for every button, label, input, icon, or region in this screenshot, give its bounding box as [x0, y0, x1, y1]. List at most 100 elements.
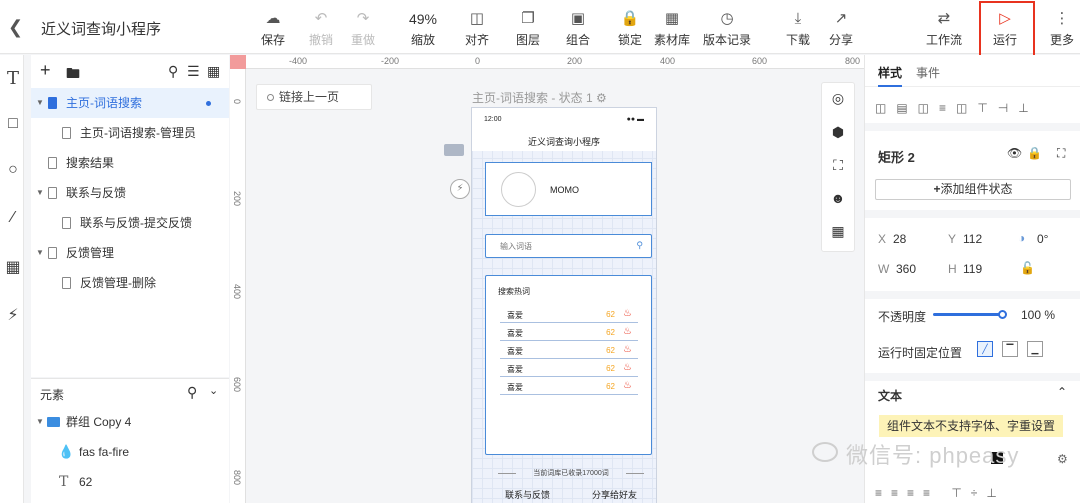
fixed-bottom-button[interactable]: ▁ — [1027, 341, 1043, 357]
text-align-tools[interactable]: ≡≡≡≡ ⊤÷⊥ — [875, 486, 1006, 500]
search-icon[interactable]: ⚲ — [187, 384, 197, 401]
phone-frame[interactable]: 12:00 ●● ▬ 近义词查询小程序 MOMO 输入词语 ⚲ 搜索热词 喜爱 6… — [471, 107, 657, 503]
image-icon: ▦ — [664, 10, 680, 27]
search-icon[interactable]: ⚲ — [168, 63, 178, 80]
search-icon[interactable]: ⚲ — [636, 240, 643, 251]
download-button[interactable]: ⤓ 下载 — [774, 8, 822, 48]
version-button[interactable]: ◷ 版本记录 — [697, 8, 757, 48]
table-icon[interactable]: ▦ — [822, 223, 854, 240]
cube-icon[interactable]: ⬢ — [822, 124, 854, 141]
page-item[interactable]: 主页-词语搜索-管理员 — [31, 118, 229, 148]
fixed-top-button[interactable]: ▔ — [1002, 341, 1018, 357]
add-state-button[interactable]: +添加组件状态 — [875, 179, 1071, 200]
target-icon[interactable]: ◎ — [822, 90, 854, 107]
y-field[interactable]: 112 — [963, 232, 982, 246]
circle-tool-icon[interactable]: ○ — [4, 161, 22, 179]
workflow-icon: ⇄ — [937, 10, 951, 27]
redo-button[interactable]: ↷ 重做 — [339, 8, 387, 48]
page-item[interactable]: 联系与反馈-提交反馈 — [31, 208, 229, 238]
slider-handle[interactable] — [998, 310, 1007, 319]
component-section: 矩形 2 👁 🔒 ⛶ — [865, 123, 1080, 183]
save-button[interactable]: ☁ 保存 — [249, 8, 297, 48]
chevron-up-icon[interactable]: ⌃ — [1057, 385, 1067, 399]
wechat-icon — [812, 442, 838, 462]
rectangle-tool-icon[interactable]: □ — [4, 115, 22, 133]
line-tool-icon[interactable]: ∕ — [4, 209, 22, 227]
share-button[interactable]: ↗ 分享 — [817, 8, 865, 48]
x-field[interactable]: 28 — [893, 232, 906, 246]
cloud-upload-icon: ☁ — [265, 10, 281, 27]
more-vertical-icon: ⋮ — [1054, 10, 1070, 27]
page-item[interactable]: ▼ 联系与反馈 — [31, 178, 229, 208]
fullscreen-icon[interactable]: ⛶ — [1057, 146, 1065, 161]
search-input[interactable]: 输入词语 ⚲ — [485, 234, 652, 258]
hot-words-card[interactable]: 搜索热词 喜爱 62 ♨ 喜爱 62 ♨ 喜爱 62 ♨ 喜爱 62 ♨ 喜爱 62 ♨ — [485, 275, 652, 455]
inspector-tabs: 样式 事件 — [865, 55, 1080, 87]
inspector-panel: 样式 事件 ◫▤◫≡◫⊤⊣⊥ 矩形 2 👁 🔒 ⛶ +添加组件状态 X 28 Y… — [864, 55, 1080, 503]
undo-button[interactable]: ↶ 撤销 — [297, 8, 345, 48]
expand-arrow-icon[interactable]: ▼ — [36, 238, 44, 268]
align-button[interactable]: ◫ 对齐 — [453, 8, 501, 48]
tab-event[interactable]: 事件 — [916, 64, 940, 81]
element-item[interactable]: 💧 fas fa-fire — [31, 437, 229, 467]
height-field[interactable]: 119 — [963, 262, 982, 276]
fire-icon: ♨ — [623, 326, 632, 337]
add-page-icon[interactable]: + — [40, 60, 51, 81]
smile-icon[interactable]: ☻ — [822, 190, 854, 206]
folder-icon — [47, 417, 60, 427]
opacity-slider[interactable] — [933, 310, 1007, 319]
fixed-none-button[interactable]: ╱ — [977, 341, 993, 357]
component-tool-icon[interactable]: ⚡ — [4, 305, 22, 325]
hot-word-row[interactable]: 喜爱 62 ♨ — [500, 378, 638, 395]
lock-icon[interactable]: 🔒 — [1027, 146, 1042, 160]
vertical-ruler: 0 200 400 600 800 — [230, 69, 246, 503]
lock-button[interactable]: 🔒 锁定 — [606, 8, 654, 48]
gear-icon[interactable]: ⚙ — [596, 91, 607, 105]
zoom-button[interactable]: 49% 缩放 — [399, 8, 447, 48]
assets-button[interactable]: ▦ 素材库 — [648, 8, 696, 48]
rotation-field[interactable]: 0° — [1037, 232, 1048, 246]
element-item[interactable]: ▼ 群组 Copy 4 — [31, 407, 229, 437]
expand-arrow-icon[interactable]: ▼ — [36, 88, 44, 118]
tab-style[interactable]: 样式 — [878, 64, 902, 81]
comment-icon[interactable] — [444, 144, 464, 156]
scan-icon[interactable]: ⛶ — [822, 157, 854, 174]
top-toolbar: ❮ 近义词查询小程序 ☁ 保存 ↶ 撤销 ↷ 重做 49% 缩放 ◫ 对齐 ❐ 图层 ▣ 组合… — [0, 0, 1080, 59]
opacity-value[interactable]: 100 % — [1021, 308, 1055, 322]
contact-feedback-button[interactable]: 联系与反馈 — [505, 488, 550, 501]
expand-arrow-icon[interactable]: ▼ — [36, 178, 44, 208]
rotate-icon: ◑ — [1018, 231, 1026, 245]
bolt-icon[interactable]: ⚡ — [450, 179, 470, 199]
grid-icon[interactable]: ▦ — [207, 63, 220, 80]
text-tool-icon[interactable]: T — [4, 68, 22, 89]
workflow-button[interactable]: ⇄ 工作流 — [920, 8, 968, 48]
element-item[interactable]: T 62 — [31, 467, 229, 497]
eye-icon[interactable]: 👁 — [1007, 146, 1022, 160]
folder-icon[interactable]: 🖿 — [66, 63, 80, 87]
unlock-icon[interactable]: 🔓 — [1020, 261, 1035, 275]
page-item[interactable]: 搜索结果 — [31, 148, 229, 178]
geometry-section — [865, 210, 1080, 290]
hot-word-row[interactable]: 喜爱 62 ♨ — [500, 342, 638, 359]
page-item[interactable]: 反馈管理-删除 — [31, 268, 229, 298]
layer-button[interactable]: ❐ 图层 — [504, 8, 552, 48]
share-friends-button[interactable]: 分享给好友 — [592, 488, 637, 501]
more-button[interactable]: ⋮ 更多 — [1047, 8, 1077, 48]
hot-word-row[interactable]: 喜爱 62 ♨ — [500, 324, 638, 341]
width-field[interactable]: 360 — [896, 262, 916, 276]
link-previous-page-button[interactable]: 链接上一页 — [256, 84, 372, 110]
list-icon[interactable]: ☰ — [187, 63, 200, 80]
design-canvas[interactable]: -400 -200 0 200 400 600 800 0 200 400 60… — [230, 55, 864, 503]
page-item[interactable]: ▼ 主页-词语搜索 — [31, 88, 229, 118]
hot-word-row[interactable]: 喜爱 62 ♨ — [500, 360, 638, 377]
profile-card[interactable]: MOMO — [485, 162, 652, 216]
align-tools[interactable]: ◫▤◫≡◫⊤⊣⊥ — [875, 101, 1039, 115]
page-item[interactable]: ▼ 反馈管理 — [31, 238, 229, 268]
back-icon[interactable]: ❮ — [8, 17, 23, 38]
expand-arrow-icon[interactable]: ▼ — [36, 407, 44, 437]
group-button[interactable]: ▣ 组合 — [554, 8, 602, 48]
image-tool-icon[interactable]: ▦ — [4, 257, 22, 277]
hot-word-row[interactable]: 喜爱 62 ♨ — [500, 306, 638, 323]
gear-icon[interactable]: ⚙ — [1057, 452, 1068, 466]
chevron-down-icon[interactable]: ⌄ — [209, 384, 218, 397]
